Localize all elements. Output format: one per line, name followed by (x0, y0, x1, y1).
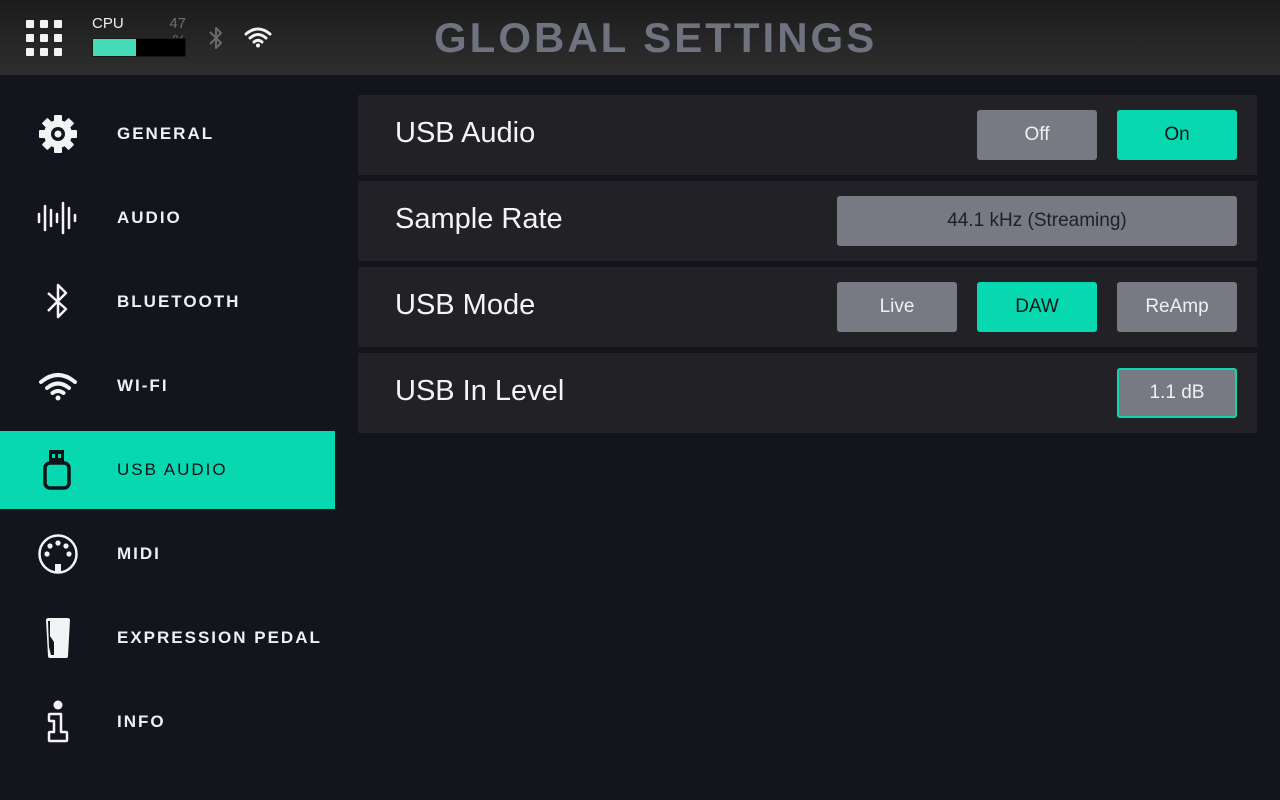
sidebar-item-label: GENERAL (117, 124, 215, 143)
sidebar-item-label: BLUETOOTH (117, 292, 241, 311)
usb-mode-live-button[interactable]: Live (837, 282, 957, 332)
wifi-status-icon (244, 26, 272, 48)
page-title: GLOBAL SETTINGS (434, 14, 878, 61)
apps-grid-button[interactable] (26, 20, 64, 56)
setting-label: USB In Level (395, 375, 565, 407)
grid-dot (40, 20, 48, 28)
info-icon (36, 700, 80, 744)
sidebar-item-label: AUDIO (117, 208, 182, 227)
grid-dot (54, 34, 62, 42)
grid-dot (40, 34, 48, 42)
sidebar-item-label: INFO (117, 712, 166, 731)
sidebar-item-usb-audio[interactable]: USB AUDIO (0, 431, 335, 509)
bluetooth-icon (36, 280, 80, 324)
top-bar: CPU 47 % GLOBAL SETTINGS (0, 0, 1280, 75)
setting-label: USB Audio (395, 117, 536, 149)
setting-row-usb-audio: USB Audio Off On (358, 95, 1257, 175)
waveform-icon (36, 196, 80, 240)
sidebar-item-expression-pedal[interactable]: EXPRESSION PEDAL (0, 599, 335, 677)
usb-audio-on-button[interactable]: On (1117, 110, 1237, 160)
sidebar-item-wifi[interactable]: WI-FI (0, 347, 335, 425)
grid-dot (54, 48, 62, 56)
setting-label: USB Mode (395, 289, 536, 321)
sidebar: GENERAL AUDIO BLUETOOTH WI-FI USB AUDIO … (0, 75, 335, 800)
midi-icon (36, 532, 80, 576)
sidebar-item-label: MIDI (117, 544, 161, 563)
sidebar-item-general[interactable]: GENERAL (0, 95, 335, 173)
grid-dot (26, 20, 34, 28)
sidebar-item-label: WI-FI (117, 376, 169, 395)
sample-rate-selector[interactable]: 44.1 kHz (Streaming) (837, 196, 1237, 246)
cpu-meter-fill (93, 39, 137, 56)
sidebar-item-bluetooth[interactable]: BLUETOOTH (0, 263, 335, 341)
sidebar-item-label: EXPRESSION PEDAL (117, 628, 322, 647)
usb-icon (36, 448, 80, 492)
setting-label: Sample Rate (395, 203, 563, 235)
cpu-label: CPU (92, 15, 124, 32)
usb-mode-daw-button[interactable]: DAW (977, 282, 1097, 332)
gear-icon (36, 112, 80, 156)
grid-dot (26, 48, 34, 56)
grid-dot (40, 48, 48, 56)
grid-dot (54, 20, 62, 28)
grid-dot (26, 34, 34, 42)
usb-in-level-value[interactable]: 1.1 dB (1117, 368, 1237, 418)
bluetooth-status-icon (206, 25, 226, 51)
pedal-icon (36, 616, 80, 660)
sidebar-item-midi[interactable]: MIDI (0, 515, 335, 593)
sidebar-item-label: USB AUDIO (117, 460, 228, 479)
usb-audio-off-button[interactable]: Off (977, 110, 1097, 160)
setting-row-sample-rate: Sample Rate 44.1 kHz (Streaming) (358, 181, 1257, 261)
cpu-meter (92, 38, 186, 57)
wifi-icon (36, 364, 80, 408)
usb-mode-reamp-button[interactable]: ReAmp (1117, 282, 1237, 332)
setting-row-usb-in-level: USB In Level 1.1 dB (358, 353, 1257, 433)
sidebar-item-audio[interactable]: AUDIO (0, 179, 335, 257)
sidebar-item-info[interactable]: INFO (0, 683, 335, 761)
setting-row-usb-mode: USB Mode Live DAW ReAmp (358, 267, 1257, 347)
